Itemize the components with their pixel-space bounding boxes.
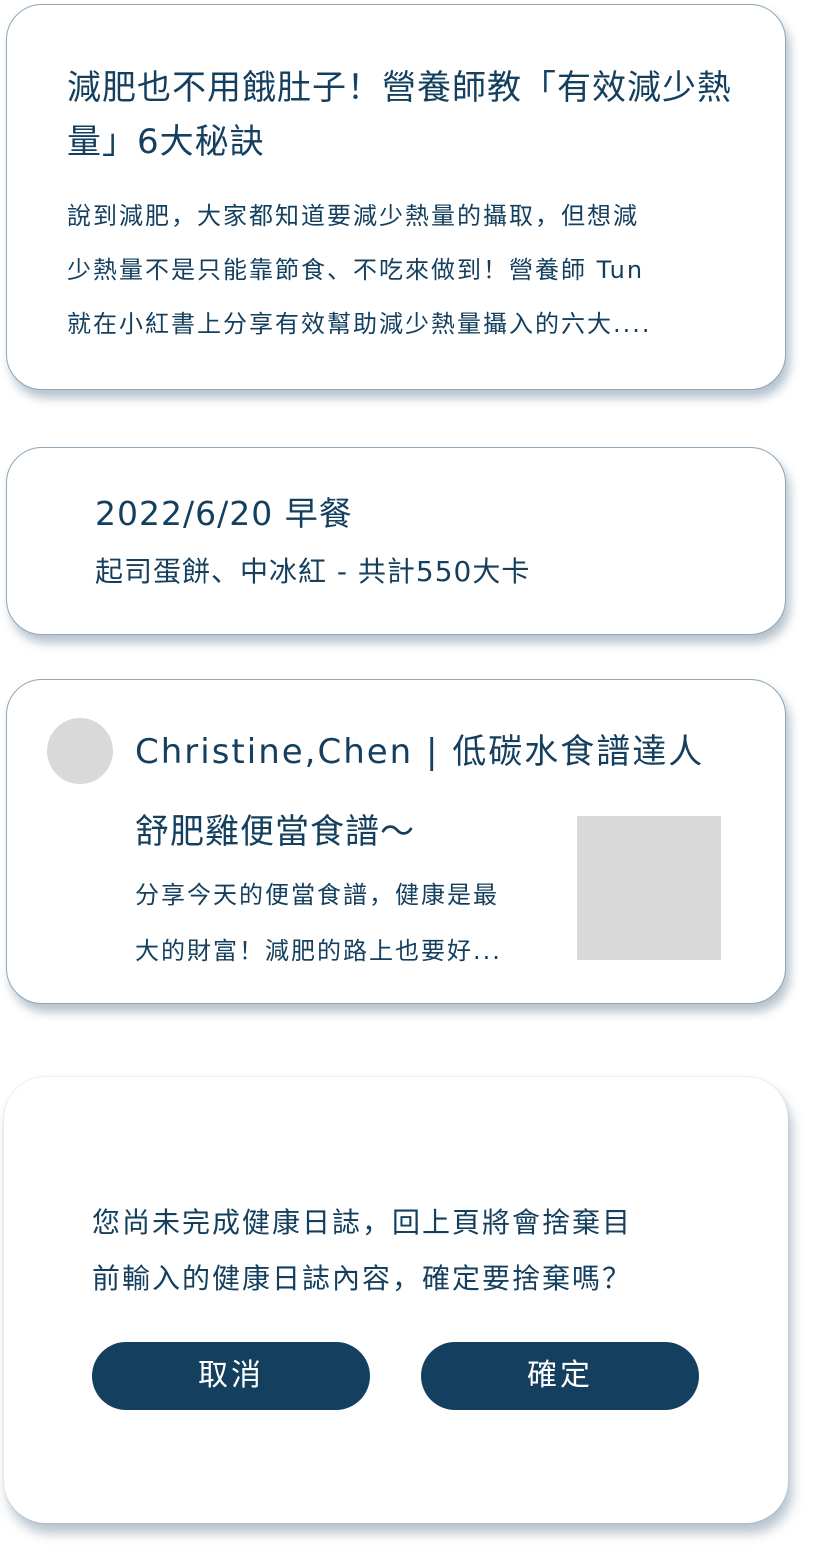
post-excerpt: 分享今天的便當食譜，健康是最 大的財富！減肥的路上也要好... xyxy=(135,867,565,979)
meal-log-card[interactable]: 2022/6/20 早餐 起司蛋餅、中冰紅 - 共計550大卡 xyxy=(6,447,786,635)
dialog-message-line: 您尚未完成健康日誌，回上頁將會捨棄目 xyxy=(92,1206,633,1239)
avatar xyxy=(47,718,113,784)
recipe-post-card[interactable]: Christine,Chen | 低碳水食譜達人 舒肥雞便當食譜～ 分享今天的便… xyxy=(6,679,786,1004)
post-excerpt-line: 分享今天的便當食譜，健康是最 xyxy=(135,881,499,909)
confirm-button[interactable]: 確定 xyxy=(421,1342,699,1410)
dialog-message-line: 前輸入的健康日誌內容，確定要捨棄嗎？ xyxy=(92,1262,633,1295)
cancel-button[interactable]: 取消 xyxy=(92,1342,370,1410)
post-author: Christine,Chen | 低碳水食譜達人 xyxy=(135,732,705,772)
article-card[interactable]: 減肥也不用餓肚子！營養師教「有效減少熱量」6大秘訣 說到減肥，大家都知道要減少熱… xyxy=(6,4,786,390)
article-excerpt-line: 就在小紅書上分享有效幫助減少熱量攝入的六大.... xyxy=(67,310,652,338)
article-title: 減肥也不用餓肚子！營養師教「有效減少熱量」6大秘訣 xyxy=(67,68,732,162)
meal-date-label: 2022/6/20 早餐 xyxy=(95,494,353,533)
article-excerpt-line: 少熱量不是只能靠節食、不吃來做到！營養師 Tun xyxy=(67,256,645,284)
post-thumbnail xyxy=(577,816,721,960)
article-excerpt: 說到減肥，大家都知道要減少熱量的攝取，但想減 少熱量不是只能靠節食、不吃來做到！… xyxy=(67,189,757,351)
post-title: 舒肥雞便當食譜～ xyxy=(135,812,415,852)
discard-confirm-dialog: 您尚未完成健康日誌，回上頁將會捨棄目 前輸入的健康日誌內容，確定要捨棄嗎？ 取消… xyxy=(4,1077,788,1523)
post-excerpt-line: 大的財富！減肥的路上也要好... xyxy=(135,937,502,965)
dialog-message: 您尚未完成健康日誌，回上頁將會捨棄目 前輸入的健康日誌內容，確定要捨棄嗎？ xyxy=(92,1195,732,1307)
article-excerpt-line: 說到減肥，大家都知道要減少熱量的攝取，但想減 xyxy=(67,202,639,230)
meal-detail: 起司蛋餅、中冰紅 - 共計550大卡 xyxy=(95,555,531,588)
